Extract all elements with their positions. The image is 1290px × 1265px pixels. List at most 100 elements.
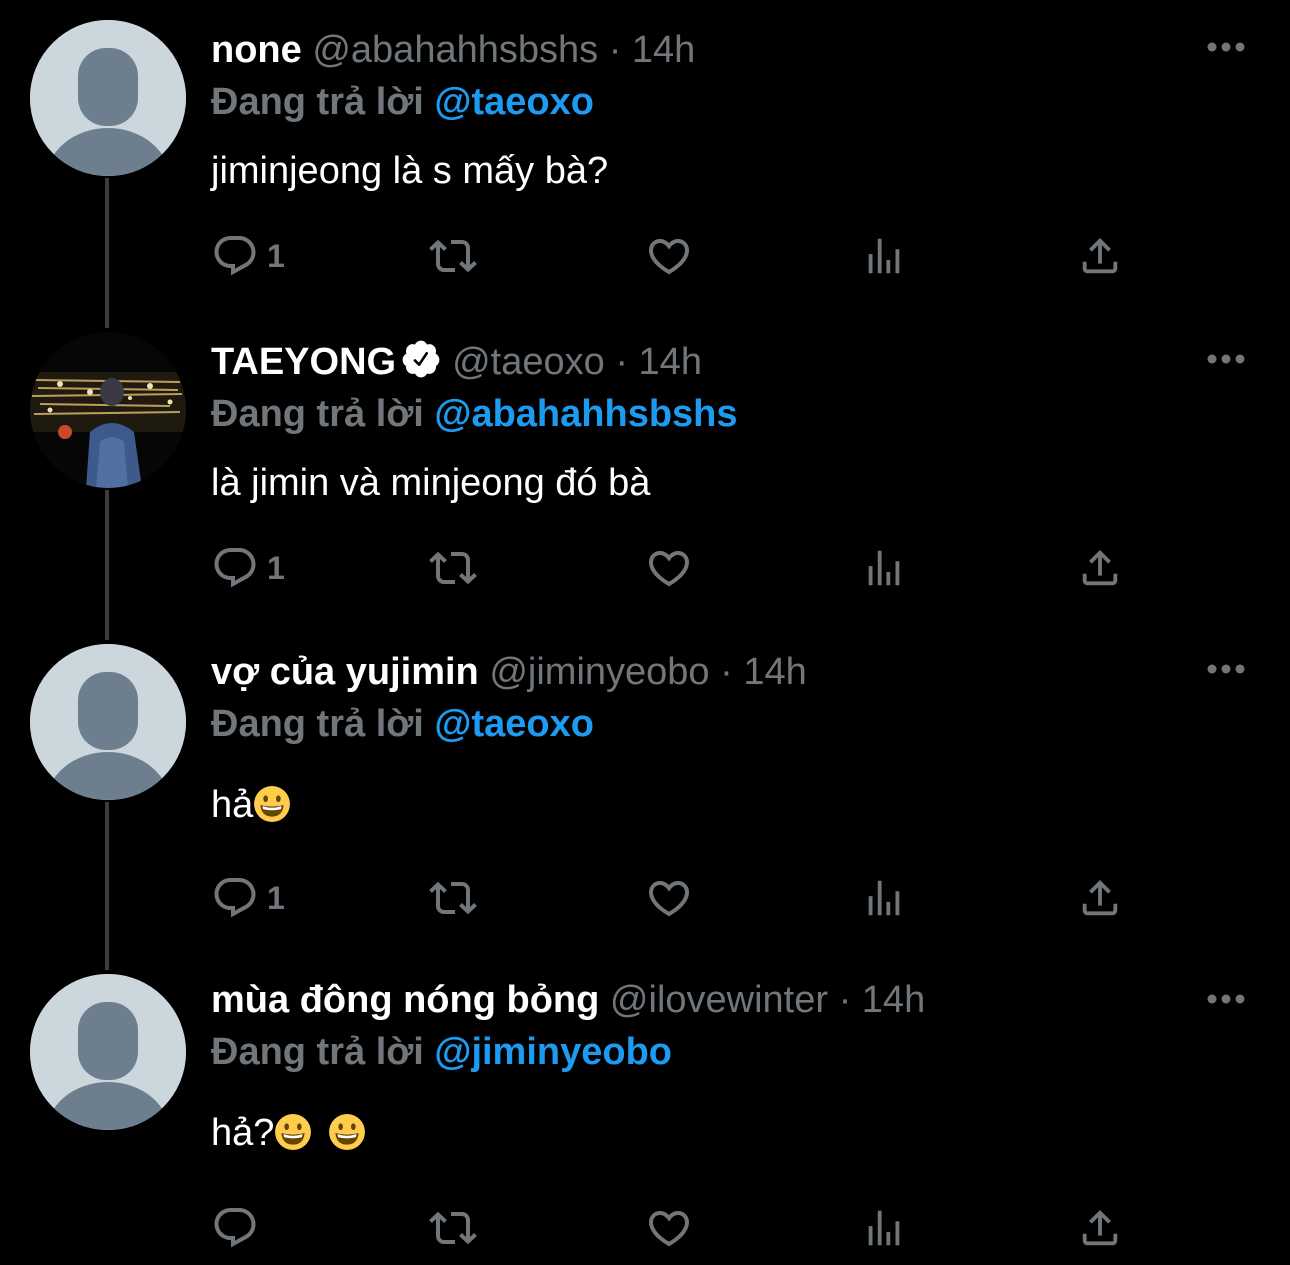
share-button[interactable] [1077,544,1123,592]
heart-icon [648,551,690,587]
reply-button[interactable]: 1 [211,232,285,280]
replying-to-label: Đang trả lời [211,81,424,123]
reply-mention-link[interactable]: @abahahhsbshs [434,393,737,435]
display-name[interactable]: vợ của yujimin [211,651,479,693]
speech-bubble-icon [214,1208,256,1248]
tweet-text-content: hả [211,784,254,826]
retweet-icon [429,881,477,915]
reply-button[interactable]: 1 [211,874,285,922]
heart-icon [648,881,690,917]
display-name[interactable]: none [211,29,302,71]
timestamp[interactable]: 14h [639,341,702,383]
tweet[interactable]: mùa đông nóng bỏng @ilovewinter · 14h Đa… [0,972,1290,1265]
default-avatar-icon [30,20,186,176]
more-options-icon[interactable] [1206,40,1246,54]
like-button[interactable] [643,544,695,592]
verified-badge-icon [402,340,440,378]
handle[interactable]: @jiminyeobo [489,651,709,693]
speech-bubble-icon [214,878,256,918]
display-name[interactable]: mùa đông nóng bỏng [211,979,599,1021]
bar-chart-icon [868,550,900,586]
timestamp[interactable]: 14h [743,651,806,693]
tweet-text: là jimin và minjeong đó bà [211,458,1260,508]
replying-to: Đang trả lời @taeoxo [211,76,1260,128]
share-button[interactable] [1077,874,1123,922]
more-options-icon[interactable] [1206,662,1246,676]
replying-to: Đang trả lời @jiminyeobo [211,1026,1260,1078]
handle[interactable]: @ilovewinter [610,979,828,1021]
share-upload-icon [1082,1209,1118,1246]
tweet-text: jiminjeong là s mấy bà? [211,146,1260,196]
tweet-header: TAEYONG @taeoxo · 14h [211,336,1260,388]
share-upload-icon [1082,237,1118,274]
more-options-icon[interactable] [1206,352,1246,366]
display-name[interactable]: TAEYONG [211,341,396,383]
views-button[interactable] [861,544,907,592]
tweet-text: hả [211,780,1260,830]
reply-button[interactable] [211,1204,267,1252]
share-button[interactable] [1077,232,1123,280]
tweet[interactable]: vợ của yujimin @jiminyeobo · 14h Đang tr… [0,642,1290,952]
retweet-icon [429,1211,477,1245]
views-button[interactable] [861,874,907,922]
handle[interactable]: @taeoxo [452,341,605,383]
reply-count: 1 [267,549,285,586]
tweet-header: mùa đông nóng bỏng @ilovewinter · 14h [211,974,1260,1026]
tweet[interactable]: TAEYONG @taeoxo · 14h Đang trả lời @abaha… [0,330,1290,620]
bar-chart-icon [868,880,900,916]
views-button[interactable] [861,232,907,280]
grinning-face-emoji [275,1114,312,1150]
tweet[interactable]: none @abahahhsbshs · 14h Đang trả lời @t… [0,18,1290,308]
views-button[interactable] [861,1204,907,1252]
share-upload-icon [1082,549,1118,586]
speech-bubble-icon [214,548,256,588]
default-avatar-icon [30,974,186,1130]
action-bar: 1 [211,232,1161,280]
retweet-button[interactable] [425,1204,481,1252]
reply-count: 1 [267,879,285,916]
timestamp[interactable]: 14h [632,29,695,71]
default-avatar-icon [30,644,186,800]
heart-icon [648,239,690,275]
tweet-header: vợ của yujimin @jiminyeobo · 14h [211,646,1260,698]
retweet-button[interactable] [425,874,481,922]
reply-mention-link[interactable]: @taeoxo [434,81,594,123]
separator: · [720,651,733,693]
retweet-icon [429,239,477,273]
retweet-button[interactable] [425,544,481,592]
replying-to-label: Đang trả lời [211,703,424,745]
avatar[interactable] [30,20,186,176]
timestamp[interactable]: 14h [862,979,925,1021]
replying-to: Đang trả lời @taeoxo [211,698,1260,750]
bar-chart-icon [868,1210,900,1246]
speech-bubble-icon [214,236,256,276]
like-button[interactable] [643,1204,695,1252]
like-button[interactable] [643,874,695,922]
retweet-button[interactable] [425,232,481,280]
replying-to: Đang trả lời @abahahhsbshs [211,388,1260,440]
tweet-text: hả? [211,1108,1260,1158]
reply-button[interactable]: 1 [211,544,285,592]
avatar[interactable] [30,332,186,488]
avatar[interactable] [30,974,186,1130]
retweet-icon [429,551,477,585]
separator: · [615,341,628,383]
avatar[interactable] [30,644,186,800]
replying-to-label: Đang trả lời [211,1031,424,1073]
action-bar: 1 [211,544,1161,592]
heart-icon [648,1211,690,1247]
more-options-icon[interactable] [1206,992,1246,1006]
tweet-text-content: hả? [211,1112,275,1154]
tweet-text-content: là jimin và minjeong đó bà [211,462,651,504]
like-button[interactable] [643,232,695,280]
reply-mention-link[interactable]: @jiminyeobo [434,1031,672,1073]
share-button[interactable] [1077,1204,1123,1252]
share-upload-icon [1082,879,1118,916]
reply-count: 1 [267,237,285,274]
replying-to-label: Đang trả lời [211,393,424,435]
separator: · [838,979,852,1021]
handle[interactable]: @abahahhsbshs [312,29,598,71]
action-bar: 1 [211,874,1161,922]
reply-mention-link[interactable]: @taeoxo [434,703,594,745]
profile-photo-avatar [30,332,186,488]
